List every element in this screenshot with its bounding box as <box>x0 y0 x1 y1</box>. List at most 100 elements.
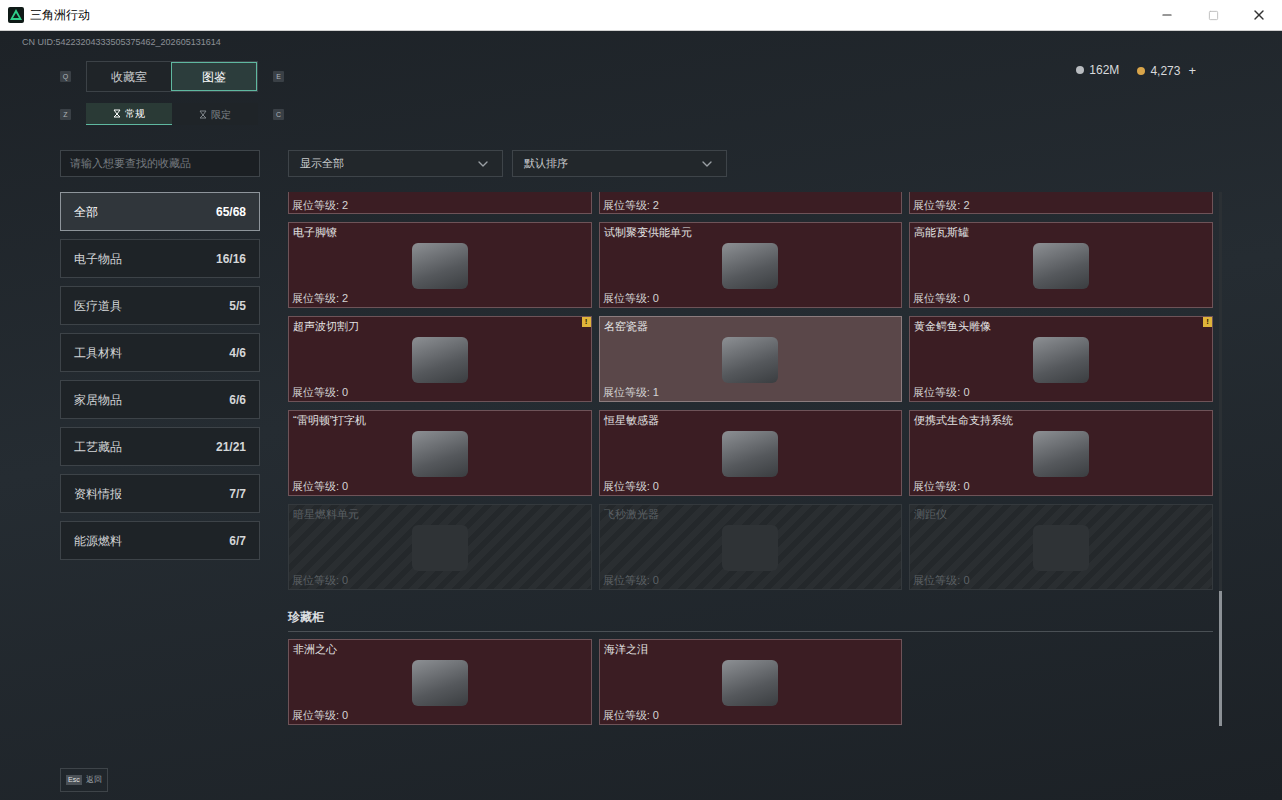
sidebar-item[interactable]: 工具材料4/6 <box>60 333 260 372</box>
title-bar: 三角洲行动 <box>0 0 1282 31</box>
sidebar-item[interactable]: 家居物品6/6 <box>60 380 260 419</box>
collection-card[interactable]: 黄金鳄鱼头雕像展位等级: 0! <box>909 316 1213 402</box>
key-hint: Z <box>60 109 71 120</box>
item-image <box>722 660 778 706</box>
card-name: 电子脚镣 <box>289 223 591 240</box>
item-image <box>722 525 778 571</box>
card-name: 试制聚变供能单元 <box>600 223 902 240</box>
card-level: 展位等级: 1 <box>600 385 902 401</box>
collection-card[interactable]: 电子脚镣展位等级: 2 <box>288 222 592 308</box>
tab-icon <box>199 110 207 119</box>
item-image <box>1033 431 1089 477</box>
item-image <box>722 337 778 383</box>
card-name: 暗星燃料单元 <box>289 505 591 522</box>
card-level: 展位等级: 0 <box>289 573 591 589</box>
scrollbar-thumb[interactable] <box>1219 591 1222 726</box>
currency: 4,273+ <box>1137 61 1196 81</box>
back-button[interactable]: Esc返回 <box>60 768 108 792</box>
collection-card[interactable]: 恒星敏感器展位等级: 0 <box>599 410 903 496</box>
collection-card[interactable]: 海洋之泪展位等级: 0 <box>599 639 903 725</box>
card-name: “雷明顿”打字机 <box>289 411 591 428</box>
card-level: 展位等级: 0 <box>600 291 902 307</box>
scrollbar[interactable] <box>1219 192 1222 726</box>
key-hint: C <box>273 109 284 120</box>
collection-grid: 展位等级: 2展位等级: 2展位等级: 2电子脚镣展位等级: 2试制聚变供能单元… <box>288 192 1213 726</box>
card-name: 黄金鳄鱼头雕像 <box>910 317 1212 334</box>
card-level: 展位等级: 0 <box>910 385 1212 401</box>
collection-card[interactable]: 便携式生命支持系统展位等级: 0 <box>909 410 1213 496</box>
main-tab[interactable]: 收藏室 <box>87 62 171 91</box>
main-tab[interactable]: 图鉴 <box>171 62 257 91</box>
collection-card[interactable]: 展位等级: 2 <box>288 192 592 214</box>
app-logo-icon <box>8 7 24 23</box>
sidebar-item[interactable]: 资料情报7/7 <box>60 474 260 513</box>
item-image <box>722 243 778 289</box>
collection-card[interactable]: 超声波切割刀展位等级: 0! <box>288 316 592 402</box>
sidebar-item[interactable]: 能源燃料6/7 <box>60 521 260 560</box>
collection-card[interactable]: 名窑瓷器展位等级: 1 <box>599 316 903 402</box>
card-level: 展位等级: 0 <box>910 573 1212 589</box>
tab-icon <box>113 109 121 118</box>
currency: 162M <box>1076 61 1119 79</box>
key-hint: Q <box>60 71 71 82</box>
card-name: 超声波切割刀 <box>289 317 591 334</box>
collection-card[interactable]: 飞秒激光器展位等级: 0 <box>599 504 903 590</box>
uid-label: CN UID:54223204333505375462_202605131614 <box>0 31 1282 61</box>
item-image <box>1033 337 1089 383</box>
card-level: 展位等级: 0 <box>289 708 591 724</box>
section-header: 珍藏柜 <box>288 608 1213 632</box>
card-name: 海洋之泪 <box>600 640 902 657</box>
alert-badge: ! <box>1203 317 1212 327</box>
item-image <box>722 431 778 477</box>
coin-icon <box>1137 67 1145 75</box>
main-tabs: 收藏室图鉴 <box>86 61 258 92</box>
collection-card[interactable]: 高能瓦斯罐展位等级: 0 <box>909 222 1213 308</box>
collection-card[interactable]: 非洲之心展位等级: 0 <box>288 639 592 725</box>
sidebar-item[interactable]: 全部65/68 <box>60 192 260 231</box>
card-name: 便携式生命支持系统 <box>910 411 1212 428</box>
add-currency-button[interactable]: + <box>1188 61 1196 81</box>
game-screen: CN UID:54223204333505375462_202605131614… <box>0 31 1282 800</box>
filter-dropdown[interactable]: 显示全部 <box>288 150 503 177</box>
item-image <box>412 525 468 571</box>
card-level: 展位等级: 0 <box>289 385 591 401</box>
item-image <box>412 337 468 383</box>
search-input[interactable]: 请输入想要查找的收藏品 <box>60 150 260 177</box>
sidebar: 请输入想要查找的收藏品全部65/68 电子物品16/16 医疗道具5/5 工具材料4/… <box>60 150 260 765</box>
collection-card[interactable]: 暗星燃料单元展位等级: 0 <box>288 504 592 590</box>
esc-key: Esc <box>66 775 82 786</box>
sub-tab[interactable]: 限定 <box>172 103 258 125</box>
collection-card[interactable]: 展位等级: 2 <box>599 192 903 214</box>
coin-icon <box>1076 66 1084 74</box>
sub-tabs: 常规限定 <box>86 103 258 125</box>
collection-card[interactable]: 测距仪展位等级: 0 <box>909 504 1213 590</box>
key-hint: E <box>273 71 284 82</box>
card-name: 高能瓦斯罐 <box>910 223 1212 240</box>
card-level: 展位等级: 0 <box>600 708 902 724</box>
card-level: 展位等级: 0 <box>289 479 591 495</box>
alert-badge: ! <box>582 317 591 327</box>
close-button[interactable] <box>1236 0 1282 30</box>
maximize-button[interactable] <box>1190 0 1236 30</box>
card-level: 展位等级: 0 <box>910 291 1212 307</box>
sidebar-item[interactable]: 医疗道具5/5 <box>60 286 260 325</box>
app-window: 三角洲行动CN UID:54223204333505375462_2026051… <box>0 0 1282 800</box>
collection-card[interactable]: “雷明顿”打字机展位等级: 0 <box>288 410 592 496</box>
card-name: 飞秒激光器 <box>600 505 902 522</box>
collection-card[interactable]: 试制聚变供能单元展位等级: 0 <box>599 222 903 308</box>
minimize-button[interactable] <box>1144 0 1190 30</box>
minimize-icon <box>1160 8 1174 22</box>
collection-card[interactable]: 展位等级: 2 <box>909 192 1213 214</box>
sub-tab[interactable]: 常规 <box>86 103 172 125</box>
item-image <box>412 660 468 706</box>
filter-dropdown[interactable]: 默认排序 <box>512 150 727 177</box>
card-name: 恒星敏感器 <box>600 411 902 428</box>
card-level: 展位等级: 2 <box>289 291 591 307</box>
card-name: 测距仪 <box>910 505 1212 522</box>
sidebar-item[interactable]: 电子物品16/16 <box>60 239 260 278</box>
card-level: 展位等级: 0 <box>910 479 1212 495</box>
item-image <box>1033 525 1089 571</box>
chevron-down-icon <box>699 156 715 172</box>
currency-bar: 162M 4,273+ <box>1076 61 1282 125</box>
sidebar-item[interactable]: 工艺藏品21/21 <box>60 427 260 466</box>
